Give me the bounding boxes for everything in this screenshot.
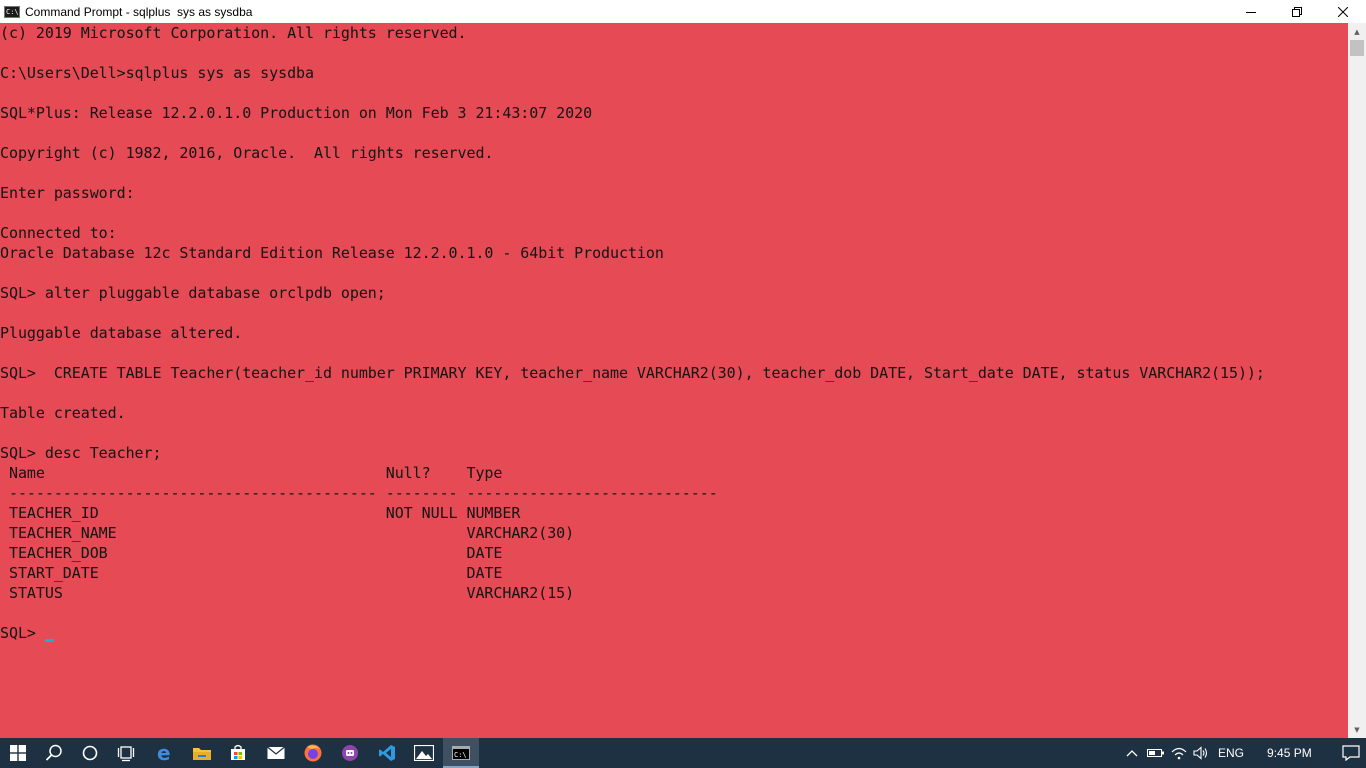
wifi-icon[interactable] [1168, 746, 1190, 760]
text-cursor [45, 639, 54, 642]
console-line: START_DATE DATE [0, 564, 503, 582]
search-button[interactable] [36, 738, 72, 768]
taskbar: e C:\ ENG 9:45 PM [0, 738, 1366, 768]
taskbar-purple-app[interactable] [332, 738, 368, 768]
console-line: Enter password: [0, 184, 135, 202]
language-indicator[interactable]: ENG [1218, 746, 1244, 760]
console-line: Copyright (c) 1982, 2016, Oracle. All ri… [0, 144, 494, 162]
taskbar-vscode[interactable] [369, 738, 405, 768]
restore-button[interactable] [1274, 0, 1320, 23]
taskbar-command-prompt[interactable]: C:\ [443, 738, 479, 768]
edge-icon: e [157, 743, 171, 763]
action-center-icon[interactable] [1342, 745, 1360, 761]
command-prompt-app-icon: C:\ [4, 5, 20, 18]
console-line: STATUS VARCHAR2(15) [0, 584, 575, 602]
close-icon [1338, 6, 1348, 17]
console-line: Pluggable database altered. [0, 324, 243, 342]
svg-text:C:\: C:\ [454, 751, 467, 759]
taskbar-file-explorer[interactable] [184, 738, 220, 768]
taskbar-mail[interactable] [258, 738, 294, 768]
file-explorer-icon [193, 748, 211, 760]
title-bar: C:\ Command Prompt - sqlplus sys as sysd… [0, 0, 1366, 23]
cortana-icon [82, 745, 98, 761]
vertical-scrollbar[interactable]: ▲ ▼ [1348, 23, 1366, 738]
console-line: SQL> [0, 624, 45, 642]
console-line: TEACHER_NAME VARCHAR2(30) [0, 524, 575, 542]
windows-logo-icon [10, 745, 26, 761]
store-icon [231, 744, 245, 760]
show-hidden-icons-chevron-icon[interactable] [1122, 749, 1142, 757]
console-line: ----------------------------------------… [0, 484, 718, 502]
taskbar-photos[interactable] [406, 738, 442, 768]
console-line: TEACHER_DOB DATE [0, 544, 503, 562]
taskbar-firefox[interactable] [295, 738, 331, 768]
console-line: SQL> CREATE TABLE Teacher(teacher_id num… [0, 364, 1265, 382]
console-line: Name Null? Type [0, 464, 503, 482]
purple-app-icon [342, 745, 358, 761]
console-line: SQL> alter pluggable database orclpdb op… [0, 284, 386, 302]
console-line: TEACHER_ID NOT NULL NUMBER [0, 504, 521, 522]
mail-icon [267, 746, 285, 759]
scrollbar-thumb[interactable] [1350, 40, 1364, 56]
taskbar-store[interactable] [220, 738, 256, 768]
scroll-down-arrow-icon[interactable]: ▼ [1348, 721, 1366, 738]
cortana-button[interactable] [72, 738, 108, 768]
console-line: (c) 2019 Microsoft Corporation. All righ… [0, 24, 467, 42]
console-line: Oracle Database 12c Standard Edition Rel… [0, 244, 664, 262]
minimize-icon [1246, 11, 1256, 13]
clock[interactable]: 9:45 PM [1267, 746, 1312, 760]
console-line: Table created. [0, 404, 126, 422]
task-view-icon [117, 746, 135, 762]
taskbar-edge[interactable]: e [147, 738, 183, 768]
minimize-button[interactable] [1228, 0, 1274, 23]
restore-icon [1292, 6, 1302, 17]
search-icon [45, 744, 62, 761]
task-view-button[interactable] [108, 738, 144, 768]
system-tray: ENG 9:45 PM [1122, 738, 1360, 768]
firefox-icon [304, 744, 322, 762]
console-line: C:\Users\Dell>sqlplus sys as sysdba [0, 64, 314, 82]
vscode-icon [379, 745, 395, 761]
start-button[interactable] [0, 738, 36, 768]
console-line: Connected to: [0, 224, 117, 242]
close-button[interactable] [1320, 0, 1366, 23]
command-prompt-icon: C:\ [452, 746, 470, 760]
volume-icon[interactable] [1190, 746, 1212, 760]
console-line: SQL*Plus: Release 12.2.0.1.0 Production … [0, 104, 593, 122]
window-controls [1228, 0, 1366, 23]
svg-text:e: e [157, 743, 171, 763]
console-output[interactable]: (c) 2019 Microsoft Corporation. All righ… [0, 23, 1348, 738]
scroll-up-arrow-icon[interactable]: ▲ [1348, 23, 1366, 40]
console-line: SQL> desc Teacher; [0, 444, 162, 462]
battery-icon[interactable] [1144, 748, 1168, 758]
window-title: Command Prompt - sqlplus sys as sysdba [25, 4, 253, 19]
photos-icon [414, 745, 434, 761]
